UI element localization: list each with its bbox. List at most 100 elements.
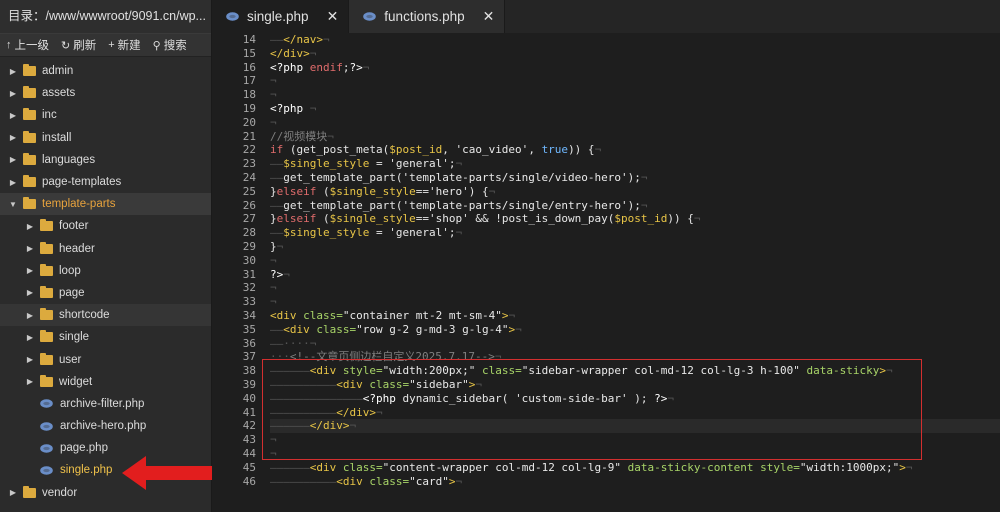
code-line[interactable]: }¬ [270,240,1000,254]
code-line[interactable]: ——————————————<?php dynamic_sidebar( 'cu… [270,392,1000,406]
tree-folder[interactable]: ▶ widget [0,371,211,393]
code-line[interactable]: ——get_template_part('template-parts/sing… [270,171,1000,185]
code-line[interactable]: ¬ [270,74,1000,88]
code-line[interactable]: ¬ [270,116,1000,130]
caret-right-icon[interactable]: ▶ [24,355,36,364]
code-line[interactable]: </div>¬ [270,47,1000,61]
code-line[interactable]: ?>¬ [270,268,1000,282]
caret-right-icon[interactable]: ▶ [7,155,19,164]
caret-right-icon[interactable]: ▶ [24,377,36,386]
code-line[interactable]: ——————————<div class="sidebar">¬ [270,378,1000,392]
line-number: 23 [242,157,256,171]
folder-icon [40,374,53,387]
php-file-icon [40,444,53,453]
tree-folder[interactable]: ▶ page-templates [0,171,211,193]
caret-right-icon[interactable]: ▶ [7,488,19,497]
code-line[interactable]: ¬ [270,447,1000,461]
code-line[interactable]: }elseif ($single_style=='hero') {¬ [270,185,1000,199]
close-icon[interactable]: ✕ [327,8,339,25]
code-line[interactable]: ¬ [270,295,1000,309]
caret-right-icon[interactable]: ▶ [24,266,36,275]
caret-right-icon[interactable]: ▶ [24,288,36,297]
code-line[interactable]: ¬ [270,254,1000,268]
code-line[interactable]: ——————————</div>¬ [270,406,1000,420]
caret-right-icon[interactable]: ▶ [7,111,19,120]
code-line[interactable]: <?php ¬ [270,102,1000,116]
folder-icon [23,108,36,121]
code-line[interactable]: <div class="container mt-2 mt-sm-4">¬ [270,309,1000,323]
caret-right-icon[interactable]: ▶ [7,89,19,98]
caret-down-icon[interactable]: ▼ [7,200,19,209]
line-number: 34 [242,308,256,322]
tree-folder[interactable]: ▶ inc [0,104,211,126]
line-number: 21 [242,129,256,143]
tree-folder[interactable]: ▶ page [0,282,211,304]
line-number: 43 [242,433,256,447]
tree-item-label: single.php [60,464,113,477]
search-button[interactable]: ⚲ 搜索 [147,37,193,53]
code-line[interactable]: ¬ [270,281,1000,295]
tree-file[interactable]: single.php [0,459,211,481]
folder-icon [23,485,36,498]
refresh-icon: ↻ [61,39,71,52]
tree-folder[interactable]: ▶ admin [0,60,211,82]
tree-file[interactable]: archive-filter.php [0,393,211,415]
tree-folder[interactable]: ▶ languages [0,149,211,171]
caret-right-icon[interactable]: ▶ [24,333,36,342]
tree-folder[interactable]: ▶ header [0,238,211,260]
editor-tab[interactable]: single.php ✕ [212,0,350,33]
code-line[interactable]: if (get_post_meta($post_id, 'cao_video',… [270,143,1000,157]
code-line[interactable]: ¬ [270,88,1000,102]
line-number: 29 [242,239,256,253]
line-number: 15 [242,46,256,60]
code-line[interactable]: ——————<div style="width:200px;" class="s… [270,364,1000,378]
file-tree: ▶ admin ▶ assets ▶ inc ▶ install ▶ languages ▶ page… [0,57,211,504]
code-editor[interactable]: 14 15 16 17 18 19 20 21 22 23 24 25 26 27 28 29 30 31 32 33… [212,33,1000,512]
code-line[interactable]: ——$single_style = 'general';¬ [270,157,1000,171]
tree-folder[interactable]: ▶ single [0,326,211,348]
tree-file[interactable]: archive-hero.php [0,415,211,437]
code-line[interactable]: ——get_template_part('template-parts/sing… [270,199,1000,213]
caret-right-icon[interactable]: ▶ [7,133,19,142]
caret-right-icon[interactable]: ▶ [24,222,36,231]
php-file-icon [226,12,239,21]
arrow-up-button[interactable]: ↑ 上一级 [0,37,55,53]
folder-icon [40,219,53,232]
tree-folder[interactable]: ▶ footer [0,215,211,237]
code-line[interactable]: }elseif ($single_style=='shop' && !post_… [270,212,1000,226]
caret-right-icon[interactable]: ▶ [7,67,19,76]
plus-button[interactable]: + 新建 [102,37,146,53]
code-line[interactable]: <?php endif;?>¬ [270,61,1000,75]
tree-folder[interactable]: ▶ loop [0,260,211,282]
code-line[interactable]: ——————<div class="content-wrapper col-md… [270,461,1000,475]
folder-icon [23,175,36,188]
tree-folder[interactable]: ▶ user [0,348,211,370]
tree-item-label: vendor [42,486,78,499]
tree-folder[interactable]: ▶ install [0,127,211,149]
code-line[interactable]: ——$single_style = 'general';¬ [270,226,1000,240]
code-line[interactable]: ——</nav>¬ [270,33,1000,47]
code-line[interactable]: ···<!--文章页侧边栏自定义2025.7.17-->¬ [270,350,1000,364]
line-number: 32 [242,281,256,295]
tree-item-label: assets [42,87,76,100]
caret-right-icon[interactable]: ▶ [24,311,36,320]
code-line[interactable]: ——····¬ [270,337,1000,351]
code-area[interactable]: ——</nav>¬ </div>¬ <?php endif;?>¬ ¬ ¬ <?php ¬… [270,33,1000,512]
tree-folder[interactable]: ▶ shortcode [0,304,211,327]
code-line[interactable]: ——————————<div class="card">¬ [270,475,1000,489]
line-number: 22 [242,143,256,157]
code-line[interactable]: ——————</div>¬ [270,419,1000,434]
tree-folder[interactable]: ▶ assets [0,82,211,104]
editor-tab[interactable]: functions.php ✕ [349,0,506,33]
tree-file[interactable]: page.php [0,437,211,459]
code-line[interactable]: ¬ [270,433,1000,447]
code-line[interactable]: //视频模块¬ [270,130,1000,144]
refresh-button[interactable]: ↻ 刷新 [55,37,102,53]
caret-right-icon[interactable]: ▶ [24,244,36,253]
tree-folder[interactable]: ▶ vendor [0,482,211,504]
tree-folder[interactable]: ▼ template-parts [0,193,211,216]
code-line[interactable]: ——<div class="row g-2 g-md-3 g-lg-4">¬ [270,323,1000,337]
caret-right-icon[interactable]: ▶ [7,178,19,187]
line-number: 39 [242,377,256,391]
close-icon[interactable]: ✕ [483,8,495,25]
